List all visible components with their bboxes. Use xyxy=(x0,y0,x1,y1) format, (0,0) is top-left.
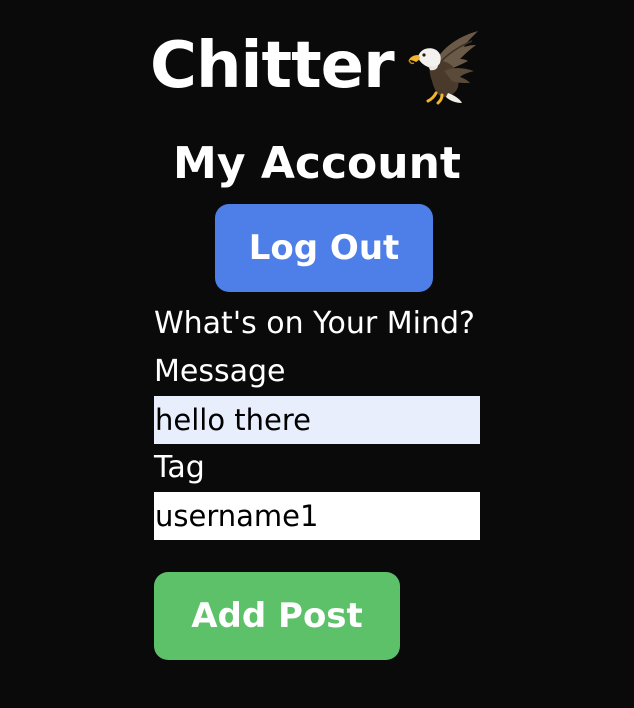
tag-label: Tag xyxy=(154,450,205,485)
post-prompt: What's on Your Mind? xyxy=(154,306,475,341)
logout-button[interactable]: Log Out xyxy=(215,204,433,292)
tag-input[interactable] xyxy=(154,492,480,540)
add-post-button[interactable]: Add Post xyxy=(154,572,400,660)
page-title: My Account xyxy=(173,138,461,189)
app-title: Chitter xyxy=(150,29,395,103)
eagle-icon xyxy=(404,27,482,105)
message-label: Message xyxy=(154,354,286,389)
app-header: Chitter xyxy=(150,24,510,108)
message-input[interactable] xyxy=(154,396,480,444)
